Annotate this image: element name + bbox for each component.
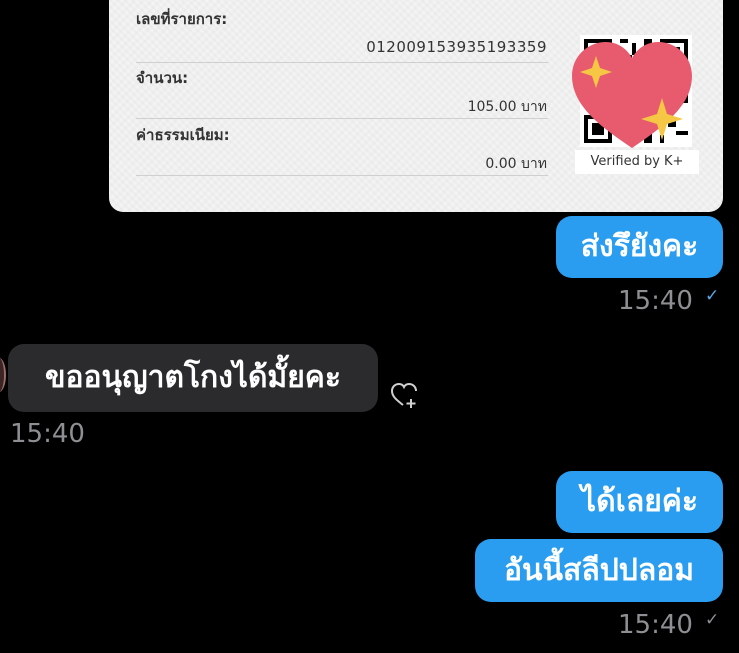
sent-check-icon: ✓ — [705, 286, 720, 306]
amount-label: จำนวน: — [136, 69, 189, 87]
outgoing-message-bubble[interactable]: ส่งรึยังคะ — [556, 216, 723, 278]
message-text: ได้เลยค่ะ — [581, 484, 698, 519]
message-text: ขออนุญาตโกงได้มั้ยคะ — [45, 360, 341, 395]
divider — [136, 62, 548, 63]
message-text: ส่งรึยังคะ — [580, 229, 699, 264]
outgoing-message-bubble[interactable]: อันนี้สลีปปลอม — [475, 539, 723, 602]
message-timestamp: 15:40 — [618, 286, 693, 316]
message-text: อันนี้สลีปปลอม — [504, 552, 694, 588]
incoming-message-bubble[interactable]: ขออนุญาตโกงได้มั้ยคะ — [8, 344, 378, 412]
amount-value: 105.00 บาท — [467, 99, 547, 115]
fee-label: ค่าธรรมเนียม: — [136, 126, 230, 144]
reference-label: เลขที่รายการ: — [136, 10, 228, 28]
message-timestamp: 15:40 — [618, 610, 693, 640]
divider — [136, 118, 548, 119]
sent-check-icon: ✓ — [705, 610, 720, 630]
heart-sparkle-icon — [572, 42, 692, 148]
add-reaction-heart-icon[interactable] — [390, 381, 420, 409]
avatar[interactable] — [0, 358, 6, 392]
reference-number: 012009153935193359 — [366, 38, 547, 56]
fee-value: 0.00 บาท — [485, 156, 547, 172]
message-timestamp: 15:40 — [10, 419, 85, 449]
divider — [136, 175, 548, 176]
outgoing-message-bubble[interactable]: ได้เลยค่ะ — [556, 471, 723, 533]
